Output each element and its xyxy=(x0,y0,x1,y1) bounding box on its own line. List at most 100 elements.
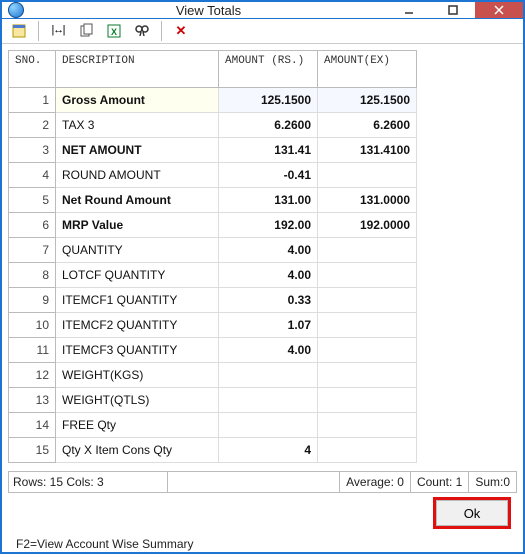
cell-amount[interactable]: 4.00 xyxy=(219,338,318,363)
table-row[interactable]: 10ITEMCF2 QUANTITY1.07 xyxy=(9,313,417,338)
cell-sno[interactable]: 15 xyxy=(9,438,56,463)
table-row[interactable]: 15Qty X Item Cons Qty4 xyxy=(9,438,417,463)
status-average: Average: 0 xyxy=(339,472,410,492)
cell-amount[interactable]: 125.1500 xyxy=(219,88,318,113)
cell-amount[interactable]: 4.00 xyxy=(219,263,318,288)
table-row[interactable]: 11ITEMCF3 QUANTITY4.00 xyxy=(9,338,417,363)
table-row[interactable]: 1Gross Amount125.1500125.1500 xyxy=(9,88,417,113)
cell-amount-ex[interactable] xyxy=(318,313,417,338)
cell-amount-ex[interactable]: 192.0000 xyxy=(318,213,417,238)
cell-amount[interactable]: 192.00 xyxy=(219,213,318,238)
cell-amount-ex[interactable]: 131.0000 xyxy=(318,188,417,213)
cell-desc[interactable]: ITEMCF1 QUANTITY xyxy=(56,288,219,313)
table-row[interactable]: 3NET AMOUNT131.41131.4100 xyxy=(9,138,417,163)
status-rows-cols: Rows: 15 Cols: 3 xyxy=(8,472,168,492)
col-header-amtex[interactable]: AMOUNT(EX) xyxy=(318,51,417,88)
cell-desc[interactable]: TAX 3 xyxy=(56,113,219,138)
cell-amount-ex[interactable] xyxy=(318,363,417,388)
cell-desc[interactable]: MRP Value xyxy=(56,213,219,238)
cell-amount-ex[interactable]: 131.4100 xyxy=(318,138,417,163)
cell-amount[interactable]: 4 xyxy=(219,438,318,463)
cell-desc[interactable]: ITEMCF3 QUANTITY xyxy=(56,338,219,363)
cell-desc[interactable]: Qty X Item Cons Qty xyxy=(56,438,219,463)
width-icon[interactable]: |↔| xyxy=(45,19,71,43)
cell-amount-ex[interactable]: 6.2600 xyxy=(318,113,417,138)
table-row[interactable]: 9ITEMCF1 QUANTITY0.33 xyxy=(9,288,417,313)
cell-amount-ex[interactable] xyxy=(318,438,417,463)
table-row[interactable]: 12WEIGHT(KGS) xyxy=(9,363,417,388)
table-row[interactable]: 13WEIGHT(QTLS) xyxy=(9,388,417,413)
copy-icon[interactable] xyxy=(73,19,99,43)
cell-amount[interactable]: -0.41 xyxy=(219,163,318,188)
cell-desc[interactable]: QUANTITY xyxy=(56,238,219,263)
cell-amount-ex[interactable] xyxy=(318,413,417,438)
cell-sno[interactable]: 7 xyxy=(9,238,56,263)
cell-sno[interactable]: 1 xyxy=(9,88,56,113)
cell-sno[interactable]: 8 xyxy=(9,263,56,288)
titlebar: View Totals xyxy=(2,2,523,19)
close-button[interactable] xyxy=(475,2,523,18)
col-header-amt[interactable]: AMOUNT (RS.) xyxy=(219,51,318,88)
table-row[interactable]: 4ROUND AMOUNT-0.41 xyxy=(9,163,417,188)
cell-desc[interactable]: WEIGHT(QTLS) xyxy=(56,388,219,413)
cell-sno[interactable]: 2 xyxy=(9,113,56,138)
table-row[interactable]: 8LOTCF QUANTITY4.00 xyxy=(9,263,417,288)
cell-desc[interactable]: NET AMOUNT xyxy=(56,138,219,163)
cell-sno[interactable]: 11 xyxy=(9,338,56,363)
cell-desc[interactable]: ROUND AMOUNT xyxy=(56,163,219,188)
grid-area: SNO. DESCRIPTION AMOUNT (RS.) AMOUNT(EX)… xyxy=(2,44,523,469)
cell-desc[interactable]: Gross Amount xyxy=(56,88,219,113)
data-grid[interactable]: SNO. DESCRIPTION AMOUNT (RS.) AMOUNT(EX)… xyxy=(8,50,417,463)
cell-amount[interactable] xyxy=(219,413,318,438)
cell-amount[interactable] xyxy=(219,388,318,413)
minimize-icon xyxy=(403,4,415,16)
cell-amount[interactable]: 6.2600 xyxy=(219,113,318,138)
cell-sno[interactable]: 4 xyxy=(9,163,56,188)
cell-sno[interactable]: 12 xyxy=(9,363,56,388)
cell-amount[interactable]: 4.00 xyxy=(219,238,318,263)
find-icon[interactable] xyxy=(129,19,155,43)
cell-desc[interactable]: FREE Qty xyxy=(56,413,219,438)
cell-amount-ex[interactable] xyxy=(318,163,417,188)
maximize-button[interactable] xyxy=(431,2,475,18)
cell-amount[interactable]: 131.00 xyxy=(219,188,318,213)
cell-amount[interactable]: 1.07 xyxy=(219,313,318,338)
form-icon[interactable] xyxy=(6,19,32,43)
minimize-button[interactable] xyxy=(387,2,431,18)
excel-icon[interactable]: X xyxy=(101,19,127,43)
svg-text:X: X xyxy=(111,27,117,37)
table-row[interactable]: 7QUANTITY4.00 xyxy=(9,238,417,263)
cell-desc[interactable]: ITEMCF2 QUANTITY xyxy=(56,313,219,338)
col-header-desc[interactable]: DESCRIPTION xyxy=(56,51,219,88)
cell-amount[interactable]: 131.41 xyxy=(219,138,318,163)
status-sum: Sum:0 xyxy=(468,472,517,492)
cell-amount-ex[interactable] xyxy=(318,263,417,288)
cell-sno[interactable]: 14 xyxy=(9,413,56,438)
window-title: View Totals xyxy=(30,2,387,18)
cell-sno[interactable]: 9 xyxy=(9,288,56,313)
cell-amount-ex[interactable]: 125.1500 xyxy=(318,88,417,113)
cell-sno[interactable]: 3 xyxy=(9,138,56,163)
cell-amount-ex[interactable] xyxy=(318,288,417,313)
table-row[interactable]: 14FREE Qty xyxy=(9,413,417,438)
cell-amount-ex[interactable] xyxy=(318,388,417,413)
col-header-sno[interactable]: SNO. xyxy=(9,51,56,88)
toolbar-separator xyxy=(38,21,39,41)
cell-amount-ex[interactable] xyxy=(318,238,417,263)
cell-sno[interactable]: 6 xyxy=(9,213,56,238)
delete-icon[interactable]: ✕ xyxy=(168,19,194,43)
ok-button[interactable]: Ok xyxy=(433,497,511,529)
table-row[interactable]: 5Net Round Amount131.00131.0000 xyxy=(9,188,417,213)
cell-sno[interactable]: 13 xyxy=(9,388,56,413)
cell-desc[interactable]: Net Round Amount xyxy=(56,188,219,213)
cell-sno[interactable]: 10 xyxy=(9,313,56,338)
toolbar-separator xyxy=(161,21,162,41)
cell-desc[interactable]: WEIGHT(KGS) xyxy=(56,363,219,388)
cell-amount[interactable]: 0.33 xyxy=(219,288,318,313)
cell-amount-ex[interactable] xyxy=(318,338,417,363)
table-row[interactable]: 6MRP Value192.00192.0000 xyxy=(9,213,417,238)
cell-sno[interactable]: 5 xyxy=(9,188,56,213)
cell-desc[interactable]: LOTCF QUANTITY xyxy=(56,263,219,288)
cell-amount[interactable] xyxy=(219,363,318,388)
table-row[interactable]: 2TAX 36.26006.2600 xyxy=(9,113,417,138)
